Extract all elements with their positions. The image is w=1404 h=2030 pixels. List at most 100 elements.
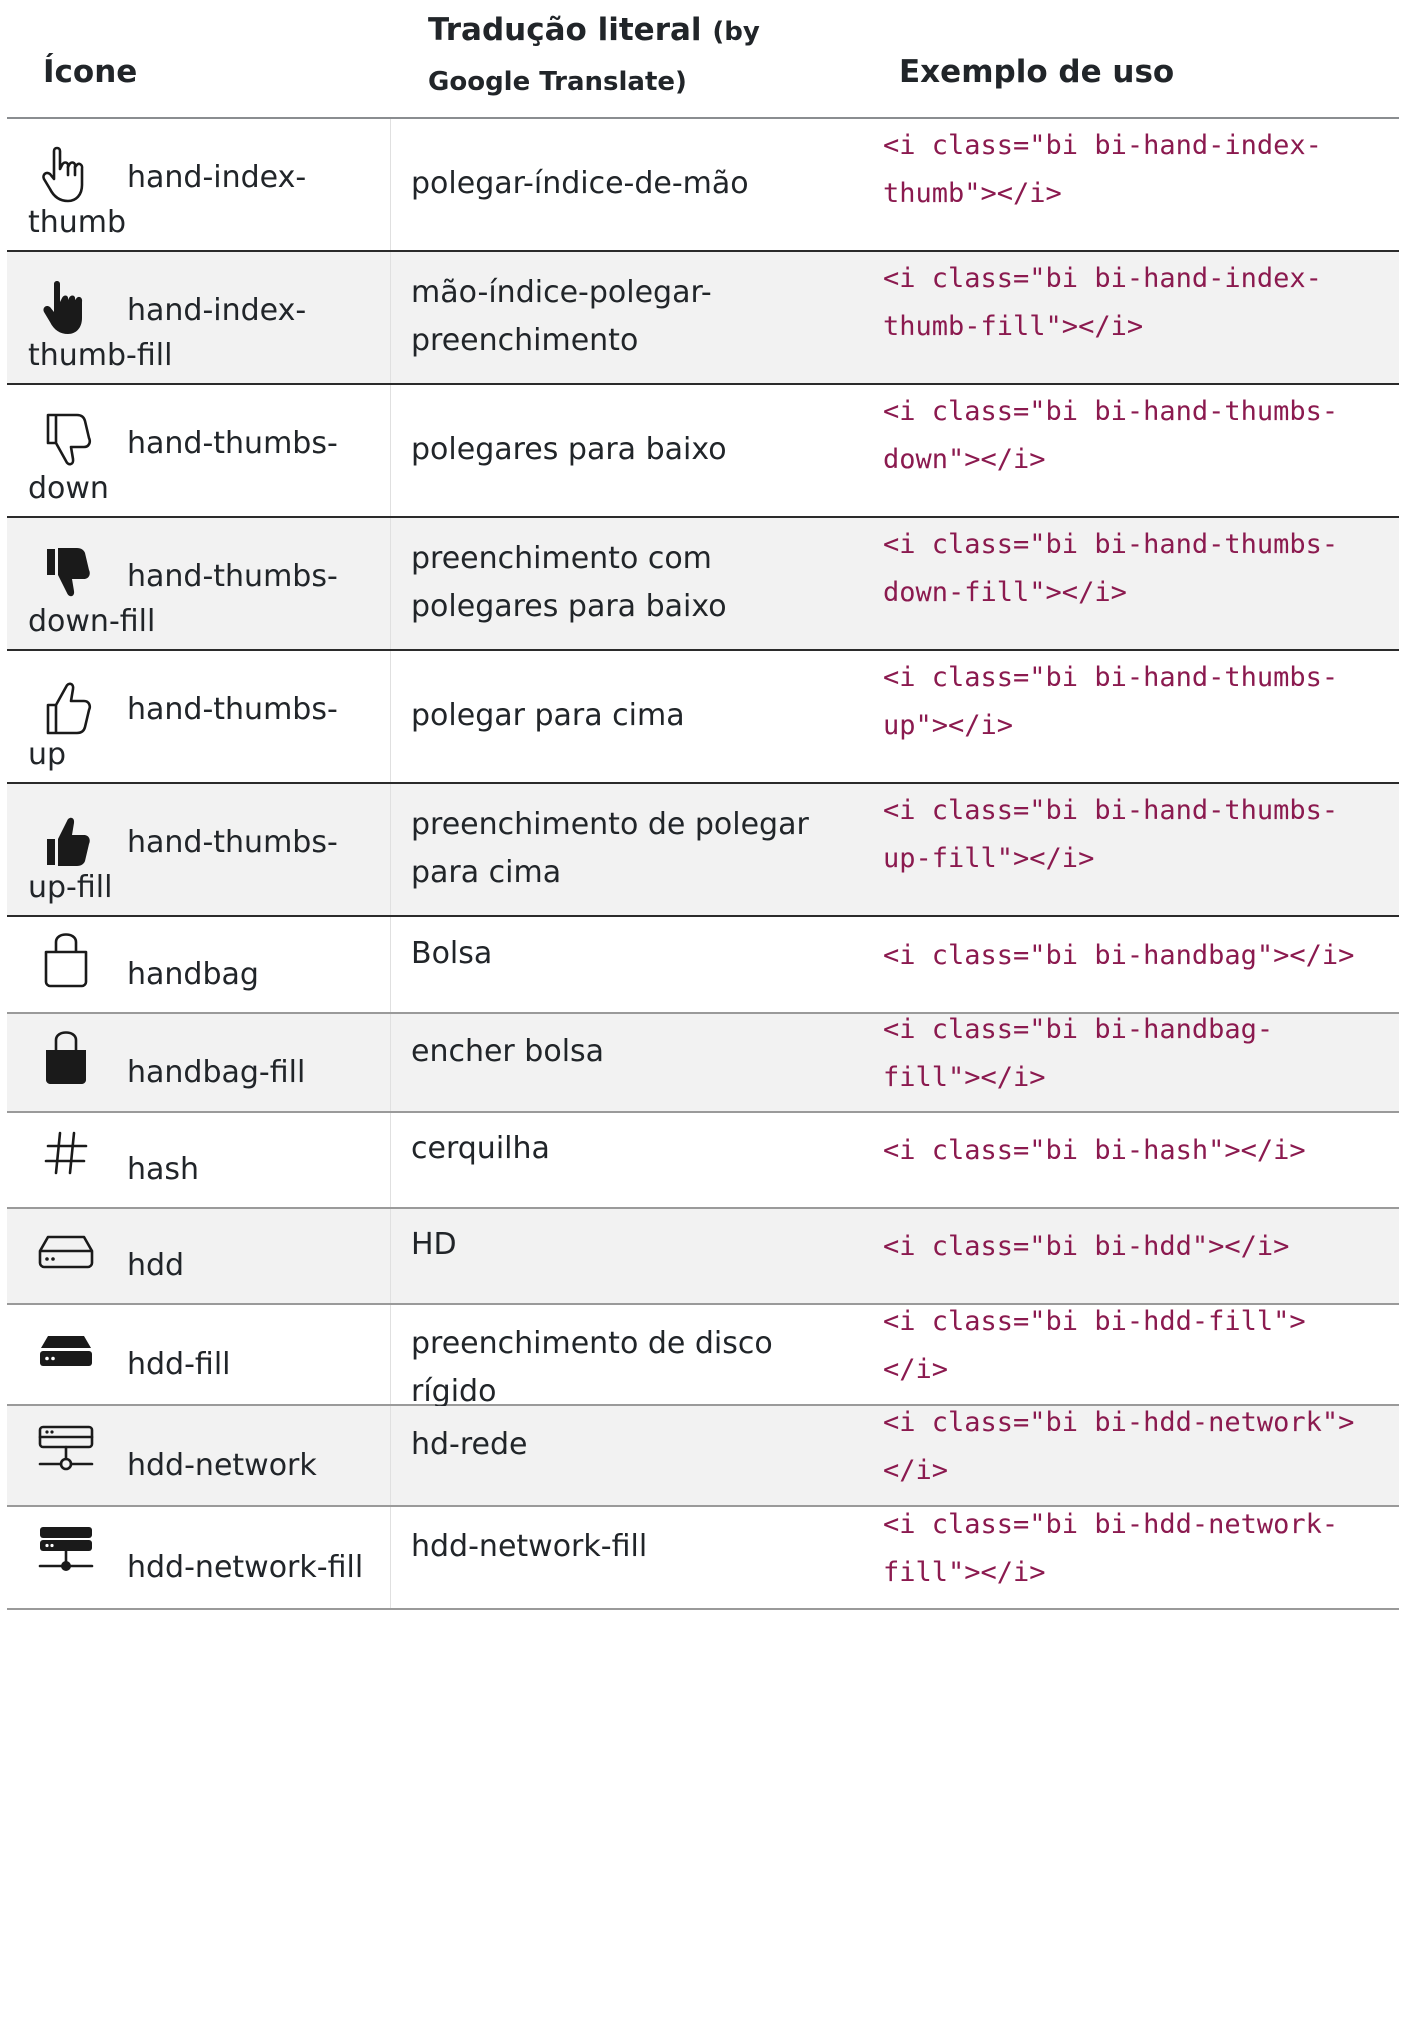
table-body: hand-index-thumb polegar-índice-de-mão <i … xyxy=(7,119,1399,1610)
icons-table: Ícone Tradução literal (by Google Transl… xyxy=(7,0,1399,1610)
column-separator xyxy=(390,651,391,782)
column-separator xyxy=(390,1014,391,1111)
translation-line: hd-rede xyxy=(411,1427,528,1462)
table-row: hdd-network-fill hdd-network-fill <i class… xyxy=(7,1507,1399,1610)
table-row: hash cerquilha <i class="bi bi-hash"></i> xyxy=(7,1113,1399,1209)
code-line: thumb-fill"></i> xyxy=(883,311,1144,342)
icon-name: hash xyxy=(127,1152,200,1187)
column-separator xyxy=(390,385,391,516)
header-translation-title: Tradução literal xyxy=(428,12,702,48)
column-separator xyxy=(390,784,391,915)
code-line: up"></i> xyxy=(883,710,1014,741)
code-line: up-fill"></i> xyxy=(883,843,1095,874)
table-row: hand-thumbs-down-fill preenchimento com po… xyxy=(7,518,1399,651)
column-separator xyxy=(390,1209,391,1303)
hdd-network-icon xyxy=(34,1417,98,1481)
code-example: <i class="bi bi-hdd"></i> xyxy=(883,1223,1403,1271)
translation-line: polegar-índice-de-mão xyxy=(411,166,749,201)
table-row: hdd HD <i class="bi bi-hdd"></i> xyxy=(7,1209,1399,1305)
code-example: <i class="bi bi-hand-thumbs-down"></i> xyxy=(883,388,1403,484)
column-separator xyxy=(390,1113,391,1207)
translation-cell: preenchimento com polegares para baixo xyxy=(411,535,861,631)
icon-name: hand-index- xyxy=(127,160,307,195)
translation-line: encher bolsa xyxy=(411,1034,605,1069)
icon-name: hand-thumbs- xyxy=(127,426,338,461)
code-line: </i> xyxy=(883,1354,949,1385)
code-line: fill"></i> xyxy=(883,1557,1046,1588)
header-example-column: Exemplo de uso xyxy=(899,54,1175,90)
code-line: </i> xyxy=(883,1455,949,1486)
translation-line: polegares para baixo xyxy=(411,432,727,467)
code-line: <i class="bi bi-hand-index- xyxy=(883,130,1322,161)
translation-line: HD xyxy=(411,1227,457,1262)
code-example: <i class="bi bi-hdd-network-fill"></i> xyxy=(883,1501,1403,1597)
code-example: <i class="bi bi-hand-thumbs-up"></i> xyxy=(883,654,1403,750)
translation-cell: hdd-network-fill xyxy=(411,1523,861,1571)
code-line: <i class="bi bi-hdd-fill"> xyxy=(883,1306,1306,1337)
translation-line: preenchimento de disco xyxy=(411,1326,773,1361)
code-line: <i class="bi bi-hand-thumbs- xyxy=(883,529,1339,560)
icon-name-continued: thumb-fill xyxy=(28,338,173,373)
code-line: <i class="bi bi-hand-index- xyxy=(883,263,1322,294)
column-separator xyxy=(390,917,391,1012)
table-row: hand-index-thumb-fill mão-índice-polegar-… xyxy=(7,252,1399,385)
icon-name: hand-thumbs- xyxy=(127,692,338,727)
table-row: hdd-network hd-rede <i class="bi bi-hdd-ne… xyxy=(7,1406,1399,1507)
icon-name: hand-thumbs- xyxy=(127,559,338,594)
code-line: <i class="bi bi-handbag"></i> xyxy=(883,940,1355,971)
translation-line: para cima xyxy=(411,855,562,890)
translation-cell: HD xyxy=(411,1221,861,1269)
translation-line: mão-índice-polegar- xyxy=(411,275,712,310)
translation-cell: polegar para cima xyxy=(411,692,861,740)
translation-cell: Bolsa xyxy=(411,930,861,978)
hash-icon xyxy=(34,1121,98,1185)
translation-cell: cerquilha xyxy=(411,1125,861,1173)
column-separator xyxy=(390,119,391,250)
icon-name-continued: up xyxy=(28,737,67,772)
translation-line: Bolsa xyxy=(411,936,493,971)
column-separator xyxy=(390,1507,391,1608)
icon-name: hdd-network xyxy=(127,1448,317,1483)
hdd-fill-icon xyxy=(34,1316,98,1380)
handbag-icon xyxy=(34,926,98,990)
table-row: handbag-fill encher bolsa <i class="bi bi-… xyxy=(7,1014,1399,1113)
header-icon-column: Ícone xyxy=(43,54,138,90)
translation-line: polegar para cima xyxy=(411,698,685,733)
code-line: <i class="bi bi-hand-thumbs- xyxy=(883,662,1339,693)
column-separator xyxy=(390,1406,391,1505)
translation-cell: preenchimento de polegar para cima xyxy=(411,801,861,897)
table-row: handbag Bolsa <i class="bi bi-handbag"></i… xyxy=(7,917,1399,1014)
code-example: <i class="bi bi-hdd-network"> </i> xyxy=(883,1399,1403,1495)
code-example: <i class="bi bi-handbag"></i> xyxy=(883,932,1403,980)
code-example: <i class="bi bi-hash"></i> xyxy=(883,1127,1403,1175)
translation-line: hdd-network-fill xyxy=(411,1529,648,1564)
translation-line: cerquilha xyxy=(411,1131,550,1166)
hdd-network-fill-icon xyxy=(34,1519,98,1583)
code-line: thumb"></i> xyxy=(883,178,1062,209)
handbag-fill-icon xyxy=(34,1024,98,1088)
code-line: <i class="bi bi-hash"></i> xyxy=(883,1135,1306,1166)
code-example: <i class="bi bi-hand-thumbs-up-fill"></i… xyxy=(883,787,1403,883)
icon-name: hand-thumbs- xyxy=(127,825,338,860)
icon-name-continued: down-fill xyxy=(28,604,156,639)
code-example: <i class="bi bi-hdd-fill"> </i> xyxy=(883,1298,1403,1394)
code-example: <i class="bi bi-hand-index-thumb-fill"><… xyxy=(883,255,1403,351)
table-row: hand-thumbs-up-fill preenchimento de pole… xyxy=(7,784,1399,917)
translation-line: preenchimento de polegar xyxy=(411,807,809,842)
icon-name: handbag xyxy=(127,957,259,992)
column-separator xyxy=(390,1305,391,1404)
code-line: down-fill"></i> xyxy=(883,577,1127,608)
translation-cell: hd-rede xyxy=(411,1421,861,1469)
table-row: hdd-fill preenchimento de disco rígido <i c… xyxy=(7,1305,1399,1409)
code-line: <i class="bi bi-hand-thumbs- xyxy=(883,396,1339,427)
code-line: fill"></i> xyxy=(883,1062,1046,1093)
translation-line: polegares para baixo xyxy=(411,589,727,624)
icon-name-continued: up-fill xyxy=(28,870,113,905)
header-translation-column: Tradução literal (by Google Translate) xyxy=(428,6,848,106)
icon-name: hdd-network-fill xyxy=(127,1550,364,1585)
icon-name: hdd xyxy=(127,1248,185,1283)
translation-line: preenchimento com xyxy=(411,541,712,576)
translation-cell: polegar-índice-de-mão xyxy=(411,160,861,208)
code-line: <i class="bi bi-hand-thumbs- xyxy=(883,795,1339,826)
code-line: <i class="bi bi-hdd"></i> xyxy=(883,1231,1290,1262)
